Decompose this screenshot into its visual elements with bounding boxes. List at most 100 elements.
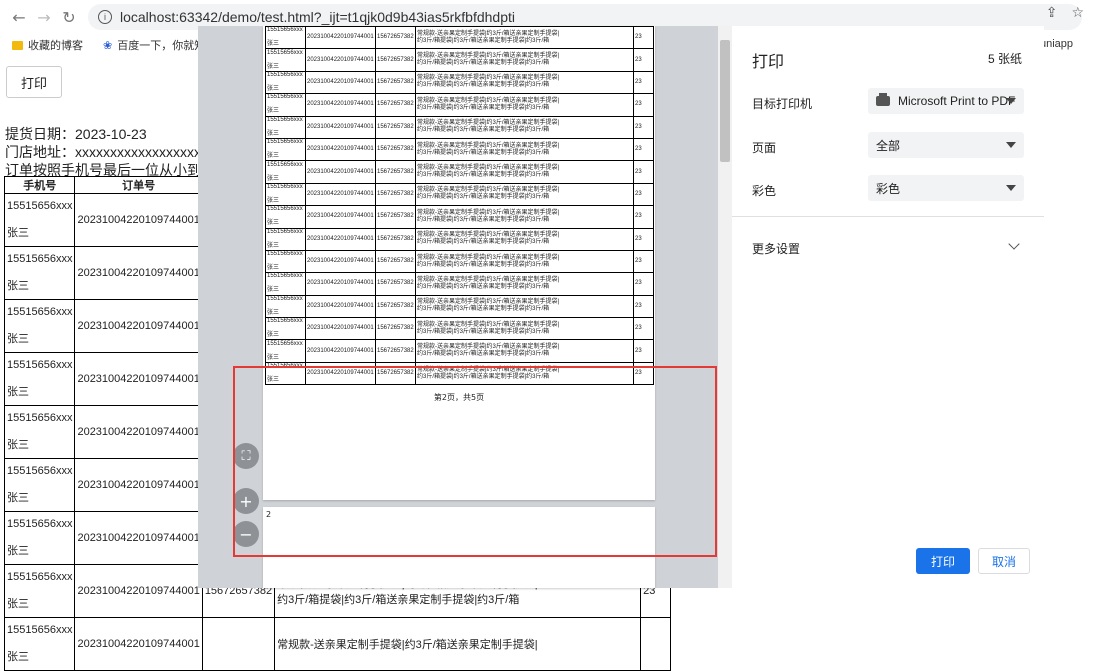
pv-order: 20231004220109744001 <box>305 70 376 95</box>
pv-qty: 23 <box>633 25 654 50</box>
url-text: localhost:63342/demo/test.html?_ijt=t1qj… <box>120 9 515 25</box>
destination-select[interactable]: Microsoft Print to PDF <box>868 88 1024 114</box>
cell-phone2 <box>201 617 276 671</box>
cell-order: 20231004220109744001 <box>74 511 203 565</box>
chevron-down-icon[interactable] <box>1008 238 1020 250</box>
highlight-annotation <box>233 366 717 557</box>
pv-phone2: 15672657382 <box>375 160 416 184</box>
pv-desc: 常规款-送亲果定制手提袋|约3斤/箱送亲果定制手提袋| 约3斤/箱提袋|约3斤/箱… <box>415 25 634 50</box>
pv-order: 20231004220109744001 <box>305 25 376 50</box>
site-info-icon[interactable]: i <box>98 10 112 24</box>
pages-select[interactable]: 全部 <box>868 132 1024 158</box>
pv-phone: 15515656xxx 张三 <box>265 70 306 95</box>
col-header-phone: 手机号 <box>3 176 76 194</box>
cell-phone: 15515656xxx 张三 <box>3 299 76 353</box>
preview-row: 15515656xxx 张三 20231004220109744001 1567265… <box>265 93 654 117</box>
print-button[interactable]: 打印 <box>916 548 970 574</box>
pv-phone2: 15672657382 <box>375 294 416 319</box>
share-icon[interactable]: ⇪ <box>1046 5 1058 21</box>
pv-order: 20231004220109744001 <box>305 205 376 229</box>
bookmark-star-icon[interactable]: ☆ <box>1071 5 1084 21</box>
pages-label: 页面 <box>752 141 777 155</box>
sheet-count: 5 张纸 <box>987 52 1022 66</box>
pv-desc: 常规款-送亲果定制手提袋|约3斤/箱送亲果定制手提袋| 约3斤/箱提袋|约3斤/箱… <box>415 70 634 95</box>
pv-qty: 23 <box>633 249 654 274</box>
cell-phone: 15515656xxx 张三 <box>3 564 76 618</box>
cell-qty <box>640 617 672 671</box>
preview-row: 15515656xxx 张三 20231004220109744001 1567265… <box>265 205 654 229</box>
pv-desc: 常规款-送亲果定制手提袋|约3斤/箱送亲果定制手提袋| 约3斤/箱提袋|约3斤/箱… <box>415 249 634 274</box>
cell-desc: 常规款-送亲果定制手提袋|约3斤/箱送亲果定制手提袋| <box>274 617 642 671</box>
cell-phone: 15515656xxx 张三 <box>3 246 76 300</box>
pv-order: 20231004220109744001 <box>305 93 376 117</box>
preview-scrollbar-thumb[interactable] <box>720 40 730 162</box>
pv-phone2: 15672657382 <box>375 70 416 95</box>
panel-divider <box>732 216 1044 217</box>
pickup-date: 提货日期：2023-10-23 <box>5 126 147 142</box>
preview-row: 15515656xxx 张三 20231004220109744001 1567265… <box>265 317 654 341</box>
bookmark-label: 收藏的博客 <box>28 40 83 52</box>
pv-qty: 23 <box>633 137 654 162</box>
pv-phone2: 15672657382 <box>375 272 416 296</box>
forward-arrow-icon[interactable]: → <box>33 6 55 28</box>
print-settings-panel: 打印 5 张纸 目标打印机 Microsoft Print to PDF 页面 … <box>732 26 1044 588</box>
preview-table: 15515656xxx 张三 20231004220109744001 1567265… <box>265 25 654 386</box>
cancel-button[interactable]: 取消 <box>978 548 1030 574</box>
pv-desc: 常规款-送亲果定制手提袋|约3斤/箱送亲果定制手提袋| 约3斤/箱提袋|约3斤/箱… <box>415 339 634 363</box>
printer-icon <box>876 93 890 106</box>
cell-phone: 15515656xxx 张三 <box>3 193 76 247</box>
more-settings-toggle[interactable]: 更多设置 <box>752 240 800 257</box>
pv-phone: 15515656xxx 张三 <box>265 339 306 363</box>
preview-row: 15515656xxx 张三 20231004220109744001 1567265… <box>265 339 654 363</box>
pv-qty: 23 <box>633 227 654 251</box>
pv-desc: 常规款-送亲果定制手提袋|约3斤/箱送亲果定制手提袋| 约3斤/箱提袋|约3斤/箱… <box>415 137 634 162</box>
color-select[interactable]: 彩色 <box>868 175 1024 201</box>
cell-phone: 15515656xxx 张三 <box>3 405 76 459</box>
pv-qty: 23 <box>633 48 654 72</box>
pv-phone: 15515656xxx 张三 <box>265 93 306 117</box>
page-print-button[interactable]: 打印 <box>6 66 62 98</box>
pv-desc: 常规款-送亲果定制手提袋|约3斤/箱送亲果定制手提袋| 约3斤/箱提袋|约3斤/箱… <box>415 93 634 117</box>
pv-phone2: 15672657382 <box>375 93 416 117</box>
pv-phone: 15515656xxx 张三 <box>265 249 306 274</box>
cell-order: 20231004220109744001 <box>74 617 203 671</box>
pv-order: 20231004220109744001 <box>305 339 376 363</box>
cell-phone: 15515656xxx 张三 <box>3 352 76 406</box>
pv-order: 20231004220109744001 <box>305 115 376 139</box>
pv-phone2: 15672657382 <box>375 25 416 50</box>
back-arrow-icon[interactable]: ← <box>8 6 30 28</box>
cell-order: 20231004220109744001 <box>74 246 203 300</box>
pv-qty: 23 <box>633 272 654 296</box>
pv-phone2: 15672657382 <box>375 205 416 229</box>
pv-desc: 常规款-送亲果定制手提袋|约3斤/箱送亲果定制手提袋| 约3斤/箱提袋|约3斤/箱… <box>415 160 634 184</box>
pv-qty: 23 <box>633 205 654 229</box>
color-label: 彩色 <box>752 184 777 198</box>
col-header-order: 订单号 <box>74 176 203 194</box>
bookmark-item[interactable]: 收藏的博客 <box>12 37 83 53</box>
pv-qty: 23 <box>633 93 654 117</box>
pv-phone2: 15672657382 <box>375 137 416 162</box>
reload-icon[interactable]: ↻ <box>58 6 80 28</box>
pv-phone: 15515656xxx 张三 <box>265 205 306 229</box>
pv-phone: 15515656xxx 张三 <box>265 115 306 139</box>
pv-phone: 15515656xxx 张三 <box>265 294 306 319</box>
cell-phone: 15515656xxx 张三 <box>3 458 76 512</box>
pv-phone2: 15672657382 <box>375 48 416 72</box>
preview-row: 15515656xxx 张三 20231004220109744001 1567265… <box>265 48 654 72</box>
pv-desc: 常规款-送亲果定制手提袋|约3斤/箱送亲果定制手提袋| 约3斤/箱提袋|约3斤/箱… <box>415 48 634 72</box>
table-row: 15515656xxx 张三 20231004220109744001 常规款-送亲果… <box>3 617 672 671</box>
baidu-paw-icon: ❀ <box>103 39 113 52</box>
pv-desc: 常规款-送亲果定制手提袋|约3斤/箱送亲果定制手提袋| 约3斤/箱提袋|约3斤/箱… <box>415 272 634 296</box>
pv-desc: 常规款-送亲果定制手提袋|约3斤/箱送亲果定制手提袋| 约3斤/箱提袋|约3斤/箱… <box>415 227 634 251</box>
pv-order: 20231004220109744001 <box>305 182 376 207</box>
pv-phone: 15515656xxx 张三 <box>265 272 306 296</box>
pv-phone2: 15672657382 <box>375 115 416 139</box>
bookmark-uniapp[interactable]: uniapp <box>1040 38 1073 50</box>
cell-order: 20231004220109744001 <box>74 193 203 247</box>
preview-row: 15515656xxx 张三 20231004220109744001 1567265… <box>265 272 654 296</box>
cell-phone: 15515656xxx 张三 <box>3 511 76 565</box>
cell-order: 20231004220109744001 <box>74 299 203 353</box>
pv-desc: 常规款-送亲果定制手提袋|约3斤/箱送亲果定制手提袋| 约3斤/箱提袋|约3斤/箱… <box>415 115 634 139</box>
pv-qty: 23 <box>633 160 654 184</box>
pv-phone: 15515656xxx 张三 <box>265 227 306 251</box>
